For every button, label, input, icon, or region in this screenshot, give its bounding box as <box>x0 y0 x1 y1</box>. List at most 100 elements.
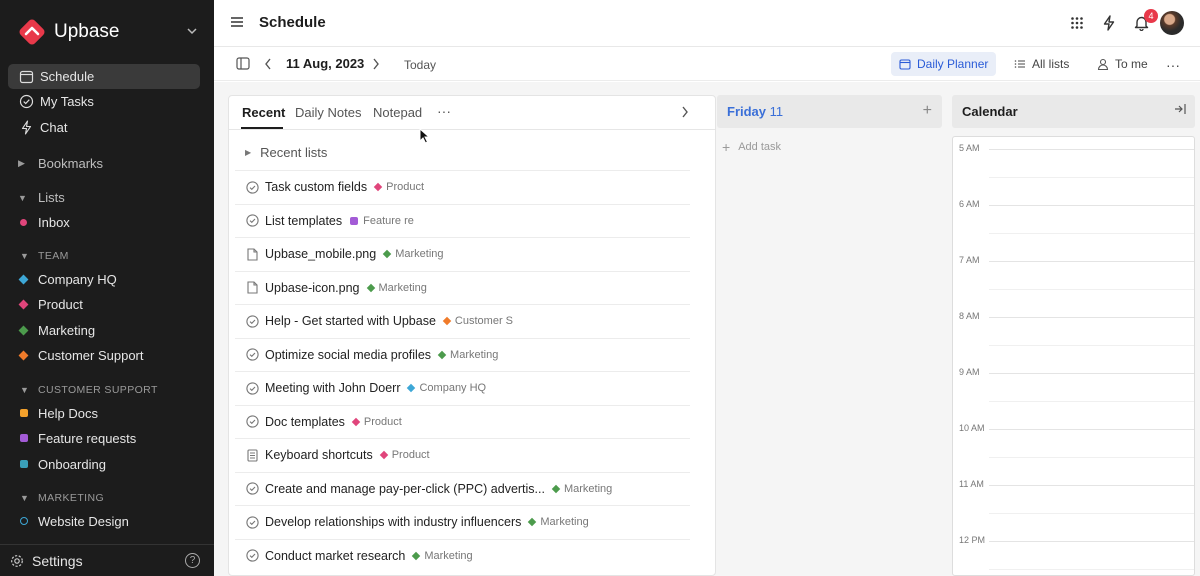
group-label: TEAM <box>38 250 69 262</box>
bookmarks-section[interactable]: ▶ Bookmarks <box>18 156 103 171</box>
nav-schedule[interactable]: Schedule <box>8 64 200 89</box>
list-item[interactable]: Upbase_mobile.png Marketing <box>235 237 690 270</box>
hour-line <box>989 485 1194 486</box>
list-square-icon <box>20 409 28 417</box>
item-name: List templates <box>265 213 343 228</box>
hamburger-menu-icon[interactable] <box>230 15 244 32</box>
sidebar-item-onboarding[interactable]: Onboarding <box>20 454 106 474</box>
item-name: Upbase_mobile.png <box>265 247 377 261</box>
lists-section[interactable]: ▼ Lists <box>18 190 65 205</box>
list-item[interactable]: Help - Get started with Upbase Customer S <box>235 304 690 337</box>
file-icon <box>245 281 259 295</box>
calendar-hour-slot[interactable]: 11 AM <box>953 473 1194 529</box>
workspace-switcher[interactable]: Upbase <box>18 17 204 47</box>
team-group[interactable]: ▼ TEAM <box>20 250 69 262</box>
settings-button[interactable]: Settings ? <box>0 544 214 576</box>
item-name: Conduct market research <box>265 548 406 563</box>
calendar-hour-slot[interactable]: 10 AM <box>953 417 1194 473</box>
project-diamond-icon <box>551 484 561 493</box>
hour-line <box>989 541 1194 542</box>
hour-label: 9 AM <box>959 367 980 377</box>
help-icon[interactable]: ? <box>185 553 200 568</box>
project-diamond-icon <box>18 350 29 360</box>
list-item[interactable]: Upbase-icon.png Marketing <box>235 270 690 304</box>
tab-notepad[interactable]: Notepad <box>373 105 422 120</box>
caret-down-icon: ▼ <box>20 251 30 261</box>
calendar-grid[interactable]: 5 AM 6 AM 7 AM 8 AM 9 AM 10 AM 11 AM 12 PM <box>952 136 1195 576</box>
hour-label: 5 AM <box>959 143 980 153</box>
page-title: Schedule <box>259 14 326 31</box>
project-diamond-icon <box>366 283 375 292</box>
list-item[interactable]: Keyboard shortcuts Product <box>235 438 690 471</box>
half-hour-line <box>989 457 1194 458</box>
lightning-icon[interactable] <box>1098 12 1120 34</box>
collapse-panel-icon[interactable] <box>1173 103 1187 118</box>
more-options-icon[interactable]: ··· <box>1166 57 1180 73</box>
item-name: Task custom fields <box>265 180 368 194</box>
calendar-hour-slot[interactable]: 7 AM <box>953 249 1194 305</box>
project-tag-label: Company HQ <box>419 382 487 394</box>
calendar-hour-slot[interactable]: 9 AM <box>953 361 1194 417</box>
sidebar-item-website-design[interactable]: Website Design <box>20 511 129 531</box>
half-hour-line <box>989 233 1194 234</box>
customer-support-group[interactable]: ▼ CUSTOMER SUPPORT <box>20 384 158 396</box>
next-day-chevron-icon[interactable] <box>372 58 380 70</box>
sidebar-item-marketing[interactable]: Marketing <box>18 320 95 340</box>
marketing-group[interactable]: ▼ MARKETING <box>20 492 104 504</box>
tab-recent[interactable]: Recent <box>242 105 285 120</box>
project-tag: Product <box>351 416 402 428</box>
sidebar-item-product[interactable]: Product <box>18 294 83 314</box>
chevron-down-icon <box>186 25 198 40</box>
add-task-button[interactable]: + Add task <box>722 139 781 155</box>
all-lists-button[interactable]: All lists <box>1006 52 1077 76</box>
list-item[interactable]: Optimize social media profiles Marketing <box>235 337 690 371</box>
project-tag: Marketing <box>551 483 612 495</box>
nav-my-tasks[interactable]: My Tasks <box>8 89 200 114</box>
sidebar-item-company-hq[interactable]: Company HQ <box>18 269 117 289</box>
item-name: Meeting with John Doerr <box>265 381 401 395</box>
day-number: 11 <box>769 104 784 119</box>
daily-planner-button[interactable]: Daily Planner <box>891 52 997 76</box>
nav-chat[interactable]: Chat <box>8 115 200 140</box>
inbox-dot-icon <box>20 218 27 226</box>
half-hour-line <box>989 345 1194 346</box>
sidebar-item-help-docs[interactable]: Help Docs <box>20 403 98 423</box>
tabs-more-icon[interactable]: ··· <box>437 103 451 119</box>
calendar-hour-slot[interactable]: 12 PM <box>953 529 1194 575</box>
sidebar-item-customer-support[interactable]: Customer Support <box>18 345 144 365</box>
sidebar-item-inbox[interactable]: Inbox <box>20 212 70 232</box>
calendar-hour-slot[interactable]: 8 AM <box>953 305 1194 361</box>
nav-label: My Tasks <box>40 94 94 109</box>
hour-label: 7 AM <box>959 255 980 265</box>
list-item[interactable]: Doc templates Product <box>235 404 690 438</box>
to-me-button[interactable]: To me <box>1089 52 1156 76</box>
project-diamond-icon <box>373 182 383 192</box>
recent-lists-toggle[interactable]: ▶ Recent lists <box>245 145 327 160</box>
group-label: CUSTOMER SUPPORT <box>38 384 158 396</box>
list-item[interactable]: Create and manage pay-per-click (PPC) ad… <box>235 471 690 505</box>
list-item[interactable]: List templates Feature re <box>235 203 690 237</box>
prev-day-chevron-icon[interactable] <box>264 58 272 70</box>
tab-daily-notes[interactable]: Daily Notes <box>295 105 361 120</box>
list-item[interactable]: Conduct market research Marketing <box>235 538 690 572</box>
avatar[interactable] <box>1160 11 1184 35</box>
hour-line <box>989 205 1194 206</box>
apps-grid-icon[interactable] <box>1066 12 1088 34</box>
hour-label: 6 AM <box>959 199 980 209</box>
today-button[interactable]: Today <box>404 58 436 72</box>
calendar-hour-slot[interactable]: 6 AM <box>953 193 1194 249</box>
list-item[interactable]: Meeting with John Doerr Company HQ <box>235 371 690 404</box>
list-square-icon <box>20 460 28 468</box>
calendar-hour-slot[interactable]: 5 AM <box>953 137 1194 193</box>
panel-collapse-chevron-icon[interactable] <box>681 106 689 121</box>
project-tag: Marketing <box>437 349 498 361</box>
caret-down-icon: ▼ <box>18 192 27 203</box>
toggle-sidebar-icon[interactable] <box>236 57 250 70</box>
project-tag-label: Marketing <box>540 516 589 528</box>
add-icon[interactable]: + <box>923 102 932 120</box>
list-item[interactable]: Task custom fields Product <box>235 170 690 203</box>
project-diamond-icon <box>412 551 421 560</box>
sidebar-item-feature-requests[interactable]: Feature requests <box>20 428 136 448</box>
notifications-bell-icon[interactable]: 4 <box>1130 9 1158 34</box>
list-item[interactable]: Develop relationships with industry infl… <box>235 505 690 538</box>
